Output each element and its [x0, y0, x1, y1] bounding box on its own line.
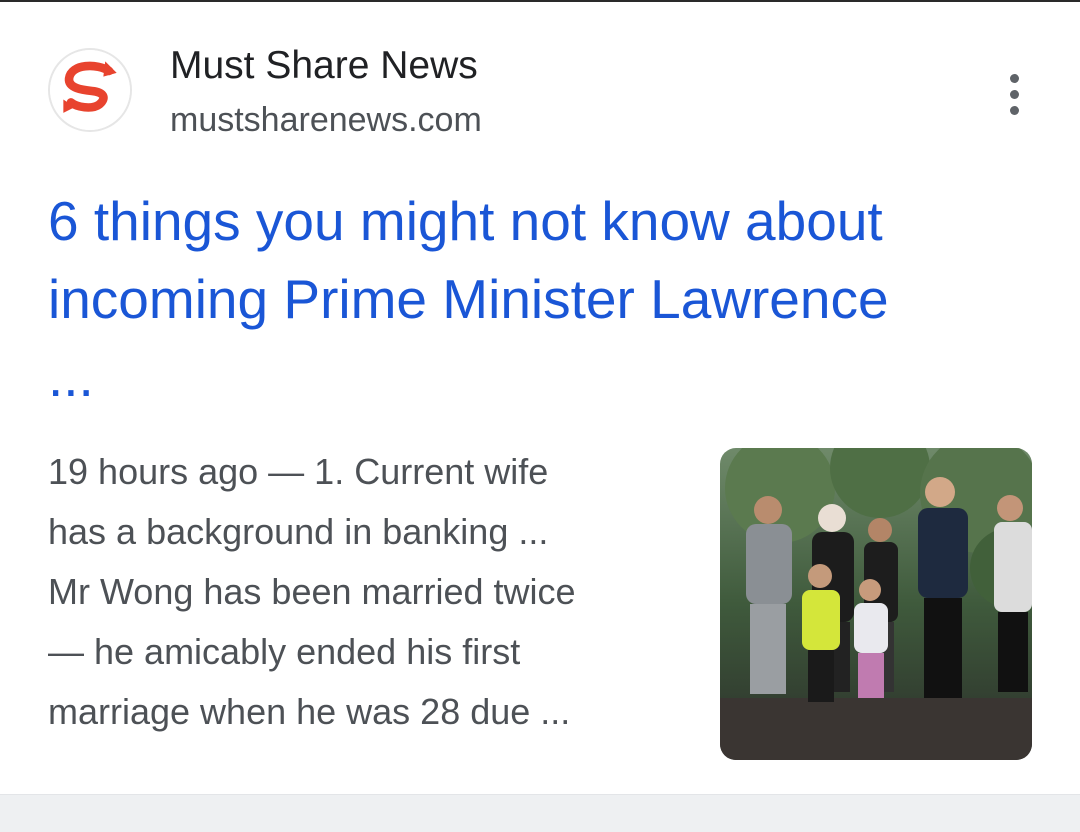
result-thumbnail[interactable] [720, 448, 1032, 760]
title-line: 6 things you might not know about [48, 190, 883, 252]
menu-dot [1009, 73, 1019, 83]
mustsharenews-logo-icon[interactable] [48, 48, 132, 132]
source-url[interactable]: mustsharenews.com [170, 98, 482, 142]
result-title-link[interactable]: 6 things you might not know about incomi… [48, 182, 1038, 416]
snippet-line: Mr Wong has been married twice [48, 571, 576, 612]
snippet-line: marriage when he was 28 due ... [48, 691, 571, 732]
title-line: ... [48, 346, 94, 408]
more-vert-icon[interactable] [992, 68, 1036, 120]
bottom-divider-band [0, 794, 1080, 832]
menu-dot [1009, 89, 1019, 99]
snippet-line: 19 hours ago — 1. Current wife [48, 451, 549, 492]
source-name[interactable]: Must Share News [170, 42, 478, 90]
snippet-line: — he amicably ended his first [48, 631, 521, 672]
menu-dot [1009, 105, 1019, 115]
result-snippet: 19 hours ago — 1. Current wife has a bac… [48, 442, 688, 742]
title-line: incoming Prime Minister Lawrence [48, 268, 889, 330]
search-result-card[interactable]: Must Share News mustsharenews.com 6 thin… [0, 2, 1080, 794]
snippet-line: has a background in banking ... [48, 511, 549, 552]
